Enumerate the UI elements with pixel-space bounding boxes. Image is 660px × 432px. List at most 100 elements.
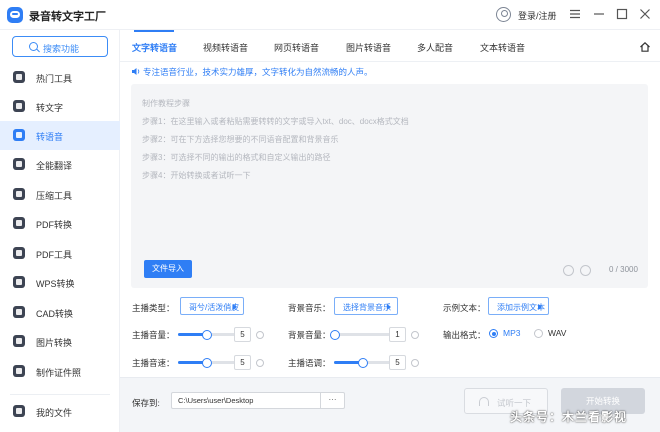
anchor-speed-slider[interactable]: [178, 357, 236, 368]
close-icon[interactable]: [638, 7, 652, 21]
intro-text-row: 专注语音行业，技术实力雄厚，文字转化为自然流畅的人声。: [131, 66, 373, 78]
import-file-button[interactable]: 文件导入: [144, 260, 192, 278]
wav-label[interactable]: WAV: [548, 328, 566, 338]
tab-doc-to-speech[interactable]: 文本转语音: [480, 41, 525, 54]
tab-multi-voice[interactable]: 多人配音: [417, 41, 453, 54]
search-label: 搜索功能: [43, 44, 80, 54]
sidebar-item-label: 压缩工具: [36, 191, 73, 201]
anchor-tone-slider[interactable]: [334, 357, 392, 368]
intro-text: 专注语音行业，技术实力雄厚，文字转化为自然流畅的人声。: [143, 67, 373, 77]
sidebar-item-to-speech[interactable]: 转语音: [0, 121, 120, 150]
sidebar-item-label: CAD转换: [36, 309, 74, 319]
anchor-volume-value[interactable]: 5: [234, 327, 251, 342]
mp3-label[interactable]: MP3: [503, 328, 520, 338]
text-editor[interactable]: 制作教程步骤 步骤1：在这里输入或者粘贴需要转转的文字或导入txt、doc、do…: [131, 84, 648, 288]
sidebar-item-hot-tools[interactable]: 热门工具: [0, 63, 120, 92]
sidebar-item-translate[interactable]: 全能翻译: [0, 150, 120, 179]
anchor-tone-label: 主播语调：: [288, 358, 331, 368]
sidebar: 搜索功能 热门工具 转文字 转语音 全能翻译 压缩工具 PDF转换 PDF工具 …: [0, 30, 120, 432]
redo-icon[interactable]: [580, 265, 591, 276]
wps-icon: [13, 276, 25, 288]
tab-image-to-speech[interactable]: 图片转语音: [346, 41, 391, 54]
cad-icon: [13, 306, 25, 318]
wav-radio[interactable]: [534, 329, 543, 338]
menu-icon[interactable]: [568, 7, 582, 21]
tutorial-step: 步骤1：在这里输入或者粘贴需要转转的文字或导入txt、doc、docx格式文档: [142, 117, 409, 126]
sidebar-item-compress[interactable]: 压缩工具: [0, 180, 120, 209]
minimize-icon[interactable]: [592, 7, 606, 21]
user-avatar-icon[interactable]: [496, 7, 511, 22]
text-convert-icon: [13, 100, 25, 112]
save-to-label: 保存到:: [132, 398, 160, 408]
search-button[interactable]: 搜索功能: [12, 36, 108, 57]
anchor-tone-value[interactable]: 5: [389, 355, 406, 370]
reset-icon[interactable]: [411, 331, 419, 339]
slider-thumb[interactable]: [329, 329, 340, 340]
pdf-tools-icon: [13, 247, 25, 259]
slider-thumb[interactable]: [358, 357, 368, 368]
folder-icon: [13, 405, 25, 417]
headphone-icon: [479, 397, 489, 406]
sidebar-item-label: PDF转换: [36, 220, 73, 230]
anchor-speed-label: 主播音速：: [132, 358, 175, 368]
caret-right-icon: [387, 304, 391, 310]
slider-thumb[interactable]: [202, 329, 212, 340]
sidebar-item-my-files[interactable]: 我的文件: [0, 397, 120, 426]
output-format-label: 输出格式：: [443, 330, 486, 340]
bg-volume-label: 背景音量：: [288, 330, 331, 340]
bg-music-select[interactable]: 选择背景音乐: [334, 297, 398, 315]
anchor-volume-label: 主播音量：: [132, 330, 175, 340]
mp3-radio[interactable]: [489, 329, 498, 338]
id-photo-icon: [13, 365, 25, 377]
slider-thumb[interactable]: [202, 357, 212, 368]
reset-icon[interactable]: [256, 359, 264, 367]
tab-video-to-speech[interactable]: 视频转语音: [203, 41, 248, 54]
sidebar-item-label: 制作证件照: [36, 368, 82, 378]
compress-icon: [13, 188, 25, 200]
sidebar-item-wps-convert[interactable]: WPS转换: [0, 268, 120, 297]
bg-volume-value[interactable]: 1: [389, 327, 406, 342]
anchor-speed-value[interactable]: 5: [234, 355, 251, 370]
sidebar-item-to-text[interactable]: 转文字: [0, 92, 120, 121]
sidebar-item-pdf-tools[interactable]: PDF工具: [0, 239, 120, 268]
bg-volume-slider[interactable]: [329, 329, 390, 340]
anchor-type-value: 哥兮/活泼俏皮: [189, 303, 240, 312]
reset-icon[interactable]: [411, 359, 419, 367]
search-icon: [29, 42, 38, 51]
char-count: 0 / 3000: [609, 265, 638, 274]
sidebar-item-label: 热门工具: [36, 74, 73, 84]
reset-icon[interactable]: [256, 331, 264, 339]
sidebar-item-label: WPS转换: [36, 279, 75, 289]
login-link[interactable]: 登录/注册: [518, 9, 557, 22]
tutorial-step: 步骤4：开始转换或者试听一下: [142, 171, 251, 180]
sidebar-item-label: 图片转换: [36, 338, 73, 348]
speaker-icon: [132, 68, 140, 75]
app-title: 录音转文字工厂: [29, 11, 106, 23]
sample-text-label: 示例文本：: [443, 303, 486, 313]
home-icon[interactable]: [639, 41, 651, 53]
anchor-type-select[interactable]: 哥兮/活泼俏皮: [180, 297, 244, 315]
caret-right-icon: [538, 304, 542, 310]
voice-icon: [13, 129, 25, 141]
active-tab-indicator: [134, 30, 174, 32]
fire-icon: [13, 71, 25, 83]
sidebar-item-label: PDF工具: [36, 250, 73, 260]
undo-icon[interactable]: [563, 265, 574, 276]
bg-music-value: 选择背景音乐: [343, 303, 391, 312]
maximize-icon[interactable]: [615, 7, 629, 21]
image-convert-icon: [13, 335, 25, 347]
sidebar-item-image-convert[interactable]: 图片转换: [0, 327, 120, 356]
save-path-input[interactable]: C:\Users\user\Desktop: [171, 392, 321, 409]
bg-music-label: 背景音乐：: [288, 303, 331, 313]
sidebar-item-id-photo[interactable]: 制作证件照: [0, 357, 120, 386]
pdf-convert-icon: [13, 217, 25, 229]
tab-text-to-speech[interactable]: 文字转语音: [132, 41, 177, 54]
browse-button[interactable]: ···: [320, 392, 345, 409]
title-bar: 录音转文字工厂 登录/注册: [0, 0, 660, 30]
sidebar-item-pdf-convert[interactable]: PDF转换: [0, 209, 120, 238]
app-logo-icon: [7, 7, 23, 23]
sample-text-select[interactable]: 添加示例文本: [488, 297, 549, 315]
anchor-volume-slider[interactable]: [178, 329, 236, 340]
tab-web-to-speech[interactable]: 网页转语音: [274, 41, 319, 54]
sidebar-item-cad-convert[interactable]: CAD转换: [0, 298, 120, 327]
